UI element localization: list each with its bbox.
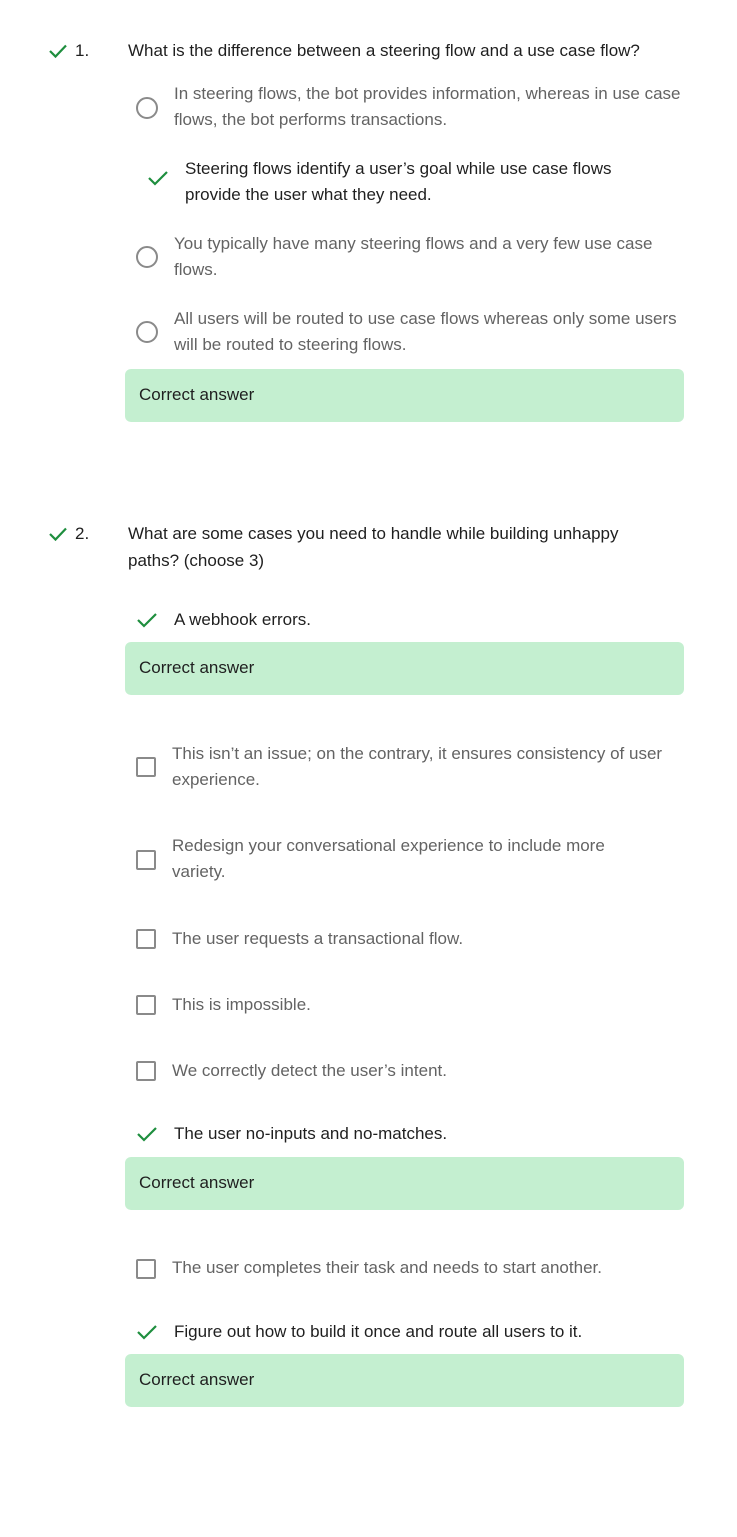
- checkbox[interactable]: [136, 1061, 156, 1081]
- question-text: What is the difference between a steerin…: [128, 41, 640, 60]
- checkbox[interactable]: [136, 995, 156, 1015]
- check-icon: [148, 171, 168, 186]
- check-icon: [137, 613, 157, 628]
- option-text: You typically have many steering flows a…: [174, 234, 653, 279]
- question-text: What are some cases you need to handle w…: [128, 524, 619, 570]
- feedback-text: Correct answer: [139, 1173, 255, 1192]
- checkbox[interactable]: [136, 1259, 156, 1279]
- checkbox[interactable]: [136, 757, 156, 777]
- check-icon: [137, 1127, 157, 1142]
- feedback-banner: Correct answer: [125, 1157, 684, 1210]
- feedback-banner: Correct answer: [125, 369, 684, 422]
- checkbox[interactable]: [136, 850, 156, 870]
- option-text: Redesign your conversational experience …: [172, 836, 605, 881]
- option-text: Steering flows identify a user’s goal wh…: [185, 159, 612, 204]
- option-text: This is impossible.: [172, 995, 311, 1014]
- feedback-text: Correct answer: [139, 1370, 255, 1389]
- check-icon: [137, 1325, 157, 1340]
- check-icon: [49, 44, 67, 59]
- option-text: This isn’t an issue; on the contrary, it…: [172, 744, 663, 789]
- radio-button[interactable]: [136, 321, 158, 343]
- question-number: 2.: [75, 524, 90, 543]
- checkbox[interactable]: [136, 929, 156, 949]
- option-text: The user requests a transactional flow.: [172, 929, 464, 948]
- feedback-banner: Correct answer: [125, 1354, 684, 1407]
- option-text: A webhook errors.: [174, 610, 312, 629]
- option-text: The user completes their task and needs …: [172, 1258, 602, 1277]
- option-text: In steering flows, the bot provides info…: [174, 84, 681, 129]
- option-text: All users will be routed to use case flo…: [174, 309, 677, 354]
- option-text: We correctly detect the user’s intent.: [172, 1061, 447, 1080]
- option-text: Figure out how to build it once and rout…: [174, 1322, 583, 1341]
- feedback-text: Correct answer: [139, 658, 255, 677]
- option-text: The user no-inputs and no-matches.: [174, 1124, 448, 1143]
- check-icon: [49, 527, 67, 542]
- feedback-text: Correct answer: [139, 385, 255, 404]
- feedback-banner: Correct answer: [125, 642, 684, 695]
- radio-button[interactable]: [136, 97, 158, 119]
- question-number: 1.: [75, 41, 90, 60]
- radio-button[interactable]: [136, 246, 158, 268]
